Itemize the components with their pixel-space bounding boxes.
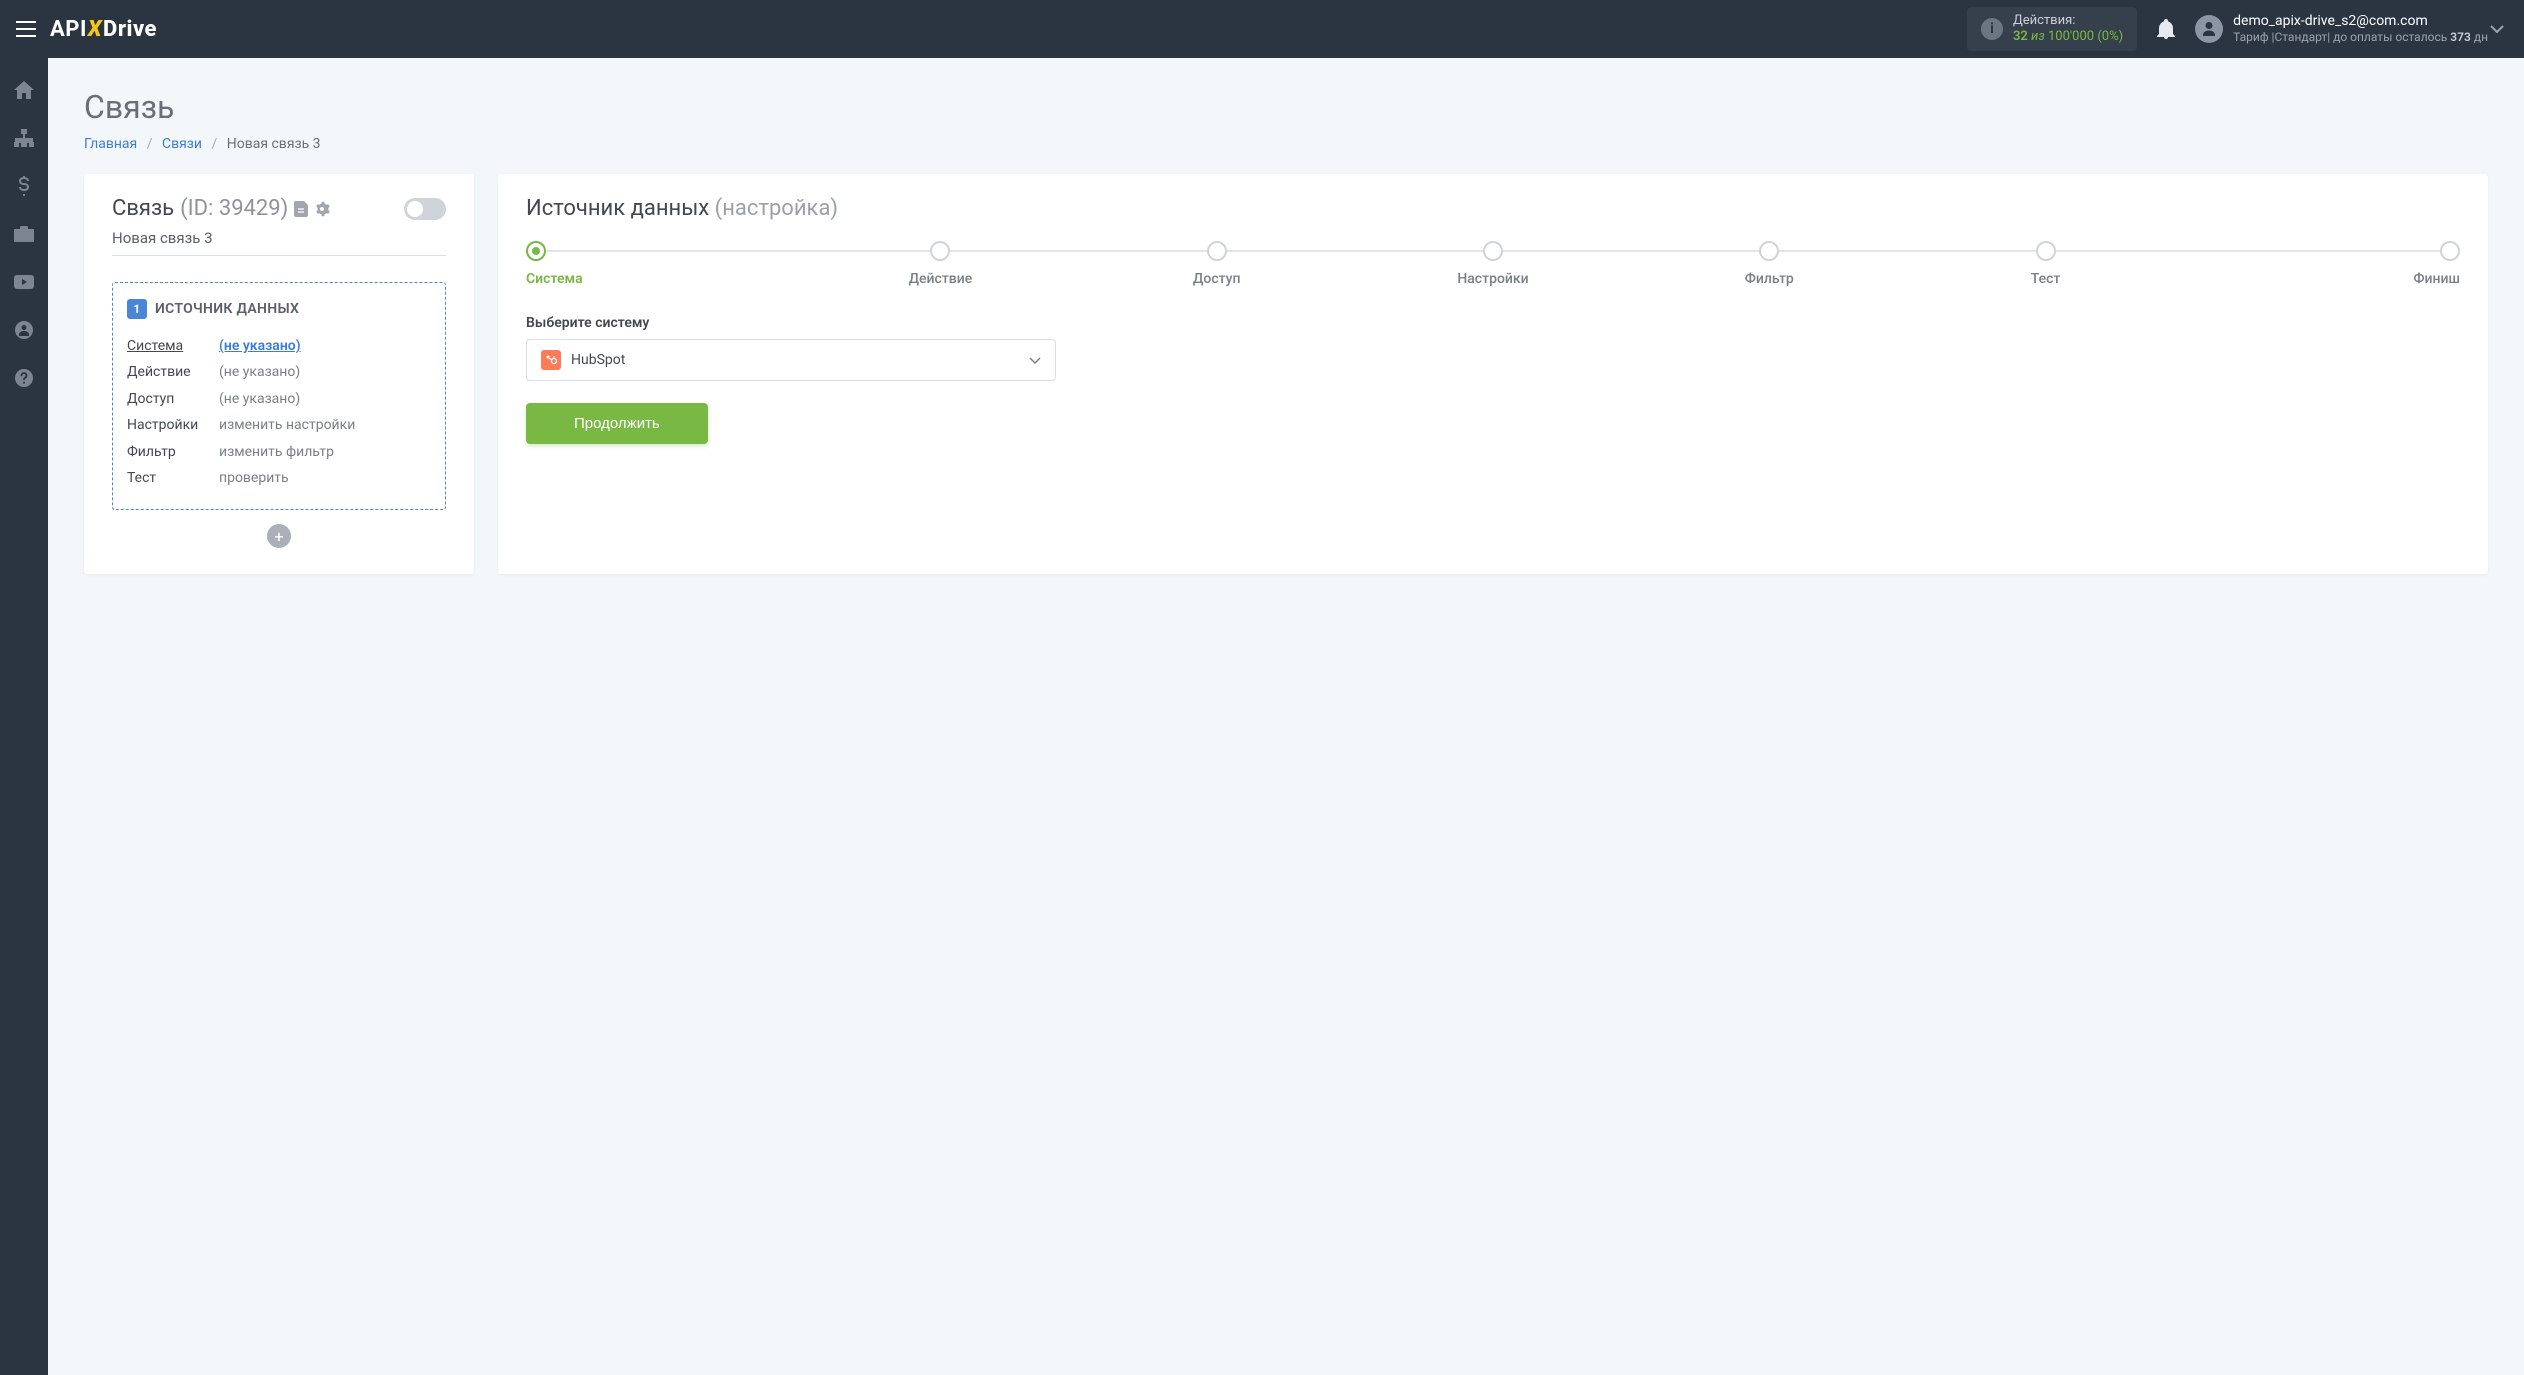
breadcrumb-current: Новая связь 3 bbox=[227, 136, 321, 152]
connection-id: (ID: 39429) bbox=[180, 196, 288, 221]
source-row-label: Доступ bbox=[127, 388, 219, 410]
main-content: Связь Главная / Связи / Новая связь 3 Св… bbox=[48, 58, 2524, 1375]
sidebar-home-icon[interactable] bbox=[12, 78, 36, 102]
actions-counter[interactable]: i Действия: 32 из 100'000 (0%) bbox=[1967, 7, 2137, 50]
source-header-text: ИСТОЧНИК ДАННЫХ bbox=[155, 301, 299, 317]
avatar-icon bbox=[2195, 15, 2223, 43]
step[interactable]: Финиш bbox=[2184, 241, 2460, 287]
step[interactable]: Действие bbox=[802, 241, 1078, 287]
sidebar-dollar-icon[interactable] bbox=[12, 174, 36, 198]
step-circle bbox=[930, 241, 950, 261]
hubspot-icon bbox=[541, 350, 561, 370]
step[interactable]: Система bbox=[526, 241, 802, 287]
source-row-label: Действие bbox=[127, 361, 219, 383]
source-setup-card: Источник данных (настройка) Система Дейст… bbox=[498, 174, 2488, 574]
connection-card: Связь (ID: 39429) Новая связь 3 1 ИСТОЧН… bbox=[84, 174, 474, 574]
sidebar-sitemap-icon[interactable] bbox=[12, 126, 36, 150]
step-circle bbox=[1207, 241, 1227, 261]
connection-name[interactable]: Новая связь 3 bbox=[112, 229, 446, 256]
source-row-value: изменить фильтр bbox=[219, 441, 334, 463]
step-label: Финиш bbox=[2413, 271, 2460, 287]
system-select[interactable]: HubSpot bbox=[526, 339, 1056, 381]
source-row[interactable]: Действие(не указано) bbox=[127, 359, 431, 385]
user-email: demo_apix-drive_s2@com.com bbox=[2233, 12, 2488, 30]
note-icon[interactable] bbox=[294, 201, 308, 217]
add-destination-button[interactable]: + bbox=[267, 524, 291, 548]
source-row-label: Тест bbox=[127, 467, 219, 489]
step-circle bbox=[2036, 241, 2056, 261]
source-row[interactable]: Доступ(не указано) bbox=[127, 386, 431, 412]
actions-label: Действия: bbox=[2013, 13, 2123, 29]
user-menu[interactable]: demo_apix-drive_s2@com.com Тариф |Станда… bbox=[2195, 12, 2508, 46]
source-row-value: (не указано) bbox=[219, 388, 300, 410]
source-row-value: (не указано) bbox=[219, 361, 300, 383]
chevron-down-icon[interactable] bbox=[2490, 25, 2504, 33]
source-row-value: изменить настройки bbox=[219, 414, 355, 436]
stepper: Система Действие Доступ Настройки Фильтр Тест… bbox=[526, 241, 2460, 287]
gear-icon[interactable] bbox=[314, 201, 330, 217]
source-row-label: Настройки bbox=[127, 414, 219, 436]
logo-drive: Drive bbox=[103, 17, 157, 42]
sidebar-help-icon[interactable] bbox=[12, 366, 36, 390]
sidebar-user-icon[interactable] bbox=[12, 318, 36, 342]
source-setup-title: Источник данных (настройка) bbox=[526, 196, 2460, 221]
actions-value: 32 из 100'000 (0%) bbox=[2013, 29, 2123, 45]
connection-title: Связь bbox=[112, 196, 174, 221]
step-label: Доступ bbox=[1193, 271, 1241, 287]
source-row-label: Фильтр bbox=[127, 441, 219, 463]
step-label: Настройки bbox=[1457, 271, 1528, 287]
logo-api: API bbox=[50, 17, 87, 42]
step-circle bbox=[1759, 241, 1779, 261]
breadcrumb: Главная / Связи / Новая связь 3 bbox=[84, 136, 2488, 152]
source-row[interactable]: Настройкиизменить настройки bbox=[127, 412, 431, 438]
menu-toggle-icon[interactable] bbox=[16, 21, 36, 37]
step-label: Система bbox=[526, 271, 583, 287]
logo-x: X bbox=[87, 17, 103, 42]
user-plan: Тариф |Стандарт| до оплаты осталось 373 … bbox=[2233, 30, 2488, 46]
step-label: Действие bbox=[909, 271, 973, 287]
source-config-box: 1 ИСТОЧНИК ДАННЫХ Система(не указано)Дей… bbox=[112, 282, 446, 510]
breadcrumb-links[interactable]: Связи bbox=[162, 136, 202, 152]
source-row-label: Система bbox=[127, 335, 219, 357]
source-row[interactable]: Система(не указано) bbox=[127, 333, 431, 359]
step[interactable]: Настройки bbox=[1355, 241, 1631, 287]
connection-toggle[interactable] bbox=[404, 198, 446, 220]
source-row[interactable]: Тестпроверить bbox=[127, 465, 431, 491]
sidebar bbox=[0, 58, 48, 1375]
system-select-label: Выберите систему bbox=[526, 315, 2460, 331]
source-row-value: (не указано) bbox=[219, 335, 301, 357]
info-icon: i bbox=[1981, 18, 2003, 40]
step[interactable]: Тест bbox=[1907, 241, 2183, 287]
system-select-value: HubSpot bbox=[571, 352, 625, 368]
page-title: Связь bbox=[84, 88, 2488, 126]
source-badge: 1 bbox=[127, 299, 147, 319]
notifications-icon[interactable] bbox=[2157, 19, 2175, 39]
step[interactable]: Доступ bbox=[1079, 241, 1355, 287]
continue-button[interactable]: Продолжить bbox=[526, 403, 708, 444]
source-row-value: проверить bbox=[219, 467, 289, 489]
step-circle bbox=[1483, 241, 1503, 261]
breadcrumb-home[interactable]: Главная bbox=[84, 136, 137, 152]
step-label: Фильтр bbox=[1745, 271, 1794, 287]
step-label: Тест bbox=[2031, 271, 2061, 287]
sidebar-briefcase-icon[interactable] bbox=[12, 222, 36, 246]
source-row[interactable]: Фильтризменить фильтр bbox=[127, 439, 431, 465]
step[interactable]: Фильтр bbox=[1631, 241, 1907, 287]
step-circle bbox=[526, 241, 546, 261]
chevron-down-icon bbox=[1029, 357, 1041, 364]
topbar: APIXDrive i Действия: 32 из 100'000 (0%) bbox=[0, 0, 2524, 58]
logo[interactable]: APIXDrive bbox=[50, 17, 157, 42]
sidebar-youtube-icon[interactable] bbox=[12, 270, 36, 294]
step-circle bbox=[2440, 241, 2460, 261]
